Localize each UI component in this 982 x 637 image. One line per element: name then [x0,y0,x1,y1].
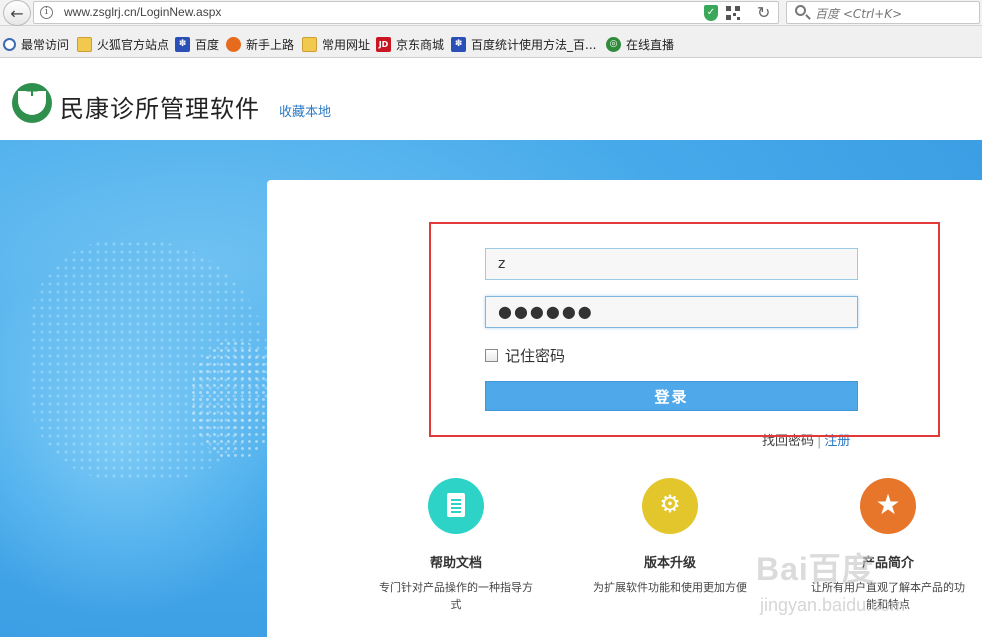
back-arrow-icon[interactable]: ← [3,0,31,26]
url-text: www.zsglrj.cn/LoginNew.aspx [64,5,222,19]
star-icon: ★ [860,478,916,534]
bookmark-firefox-site[interactable]: 火狐官方站点 [77,36,169,53]
bookmark-getting-started[interactable]: 新手上路 [226,36,294,53]
reload-icon[interactable]: ↻ [757,3,770,22]
feature-title: 帮助文档 [429,556,482,571]
feature-help-docs[interactable]: 帮助文档 专门针对产品操作的一种指导方式 [376,478,536,613]
baidu-watermark: Bai百度 [756,551,875,587]
search-input[interactable]: 百度 <Ctrl+K> [786,1,980,24]
live-icon: ◎ [606,37,621,52]
site-header: 民康诊所管理软件 收藏本地 [0,59,982,140]
clinic-logo-icon [12,80,52,123]
bookmark-jd[interactable]: JD 京东商城 [376,36,444,53]
site-title: 民康诊所管理软件 [60,95,260,123]
baidu-paw-icon: ✽ [175,37,190,52]
baidu-paw-icon: ✽ [451,37,466,52]
feature-title: 版本升级 [643,556,696,571]
feature-version-upgrade[interactable]: ⚙ 版本升级 为扩展软件功能和使用更加方便 [590,478,750,596]
feature-desc: 专门针对产品操作的一种指导方式 [379,581,533,611]
highlight-annotation [429,222,940,437]
bookmark-most-visited[interactable]: 最常访问 [3,36,69,53]
bookmark-common-sites[interactable]: 常用网址 [302,36,370,53]
bookmark-live[interactable]: ◎ 在线直播 [606,36,674,53]
jd-icon: JD [376,37,391,52]
search-icon [795,5,806,16]
baidu-watermark-url: jingyan.baidu.com [760,595,906,615]
feature-desc: 为扩展软件功能和使用更加方便 [593,581,747,594]
address-bar[interactable]: i www.zsglrj.cn/LoginNew.aspx ✓ ↻ [33,1,779,24]
qr-code-icon[interactable] [726,6,740,20]
firefox-icon [226,37,241,52]
folder-icon [77,37,92,52]
document-icon [428,478,484,534]
browser-toolbar: ← i www.zsglrj.cn/LoginNew.aspx ✓ ↻ 百度 <… [0,0,982,26]
bookmark-site-link[interactable]: 收藏本地 [279,101,331,120]
folder-icon [302,37,317,52]
shield-icon[interactable]: ✓ [704,5,718,21]
gear-icon: ⚙ [642,478,698,534]
bookmarks-bar: 最常访问 火狐官方站点 ✽ 百度 新手上路 常用网址 JD 京东商城 ✽ 百度统计使用… [0,26,982,58]
bookmark-baidu-stats[interactable]: ✽ 百度统计使用方法_百... [451,36,596,53]
bookmark-baidu[interactable]: ✽ 百度 [175,36,219,53]
search-placeholder: 百度 <Ctrl+K> [815,7,903,21]
most-visited-icon [3,38,16,51]
info-icon[interactable]: i [40,6,53,19]
